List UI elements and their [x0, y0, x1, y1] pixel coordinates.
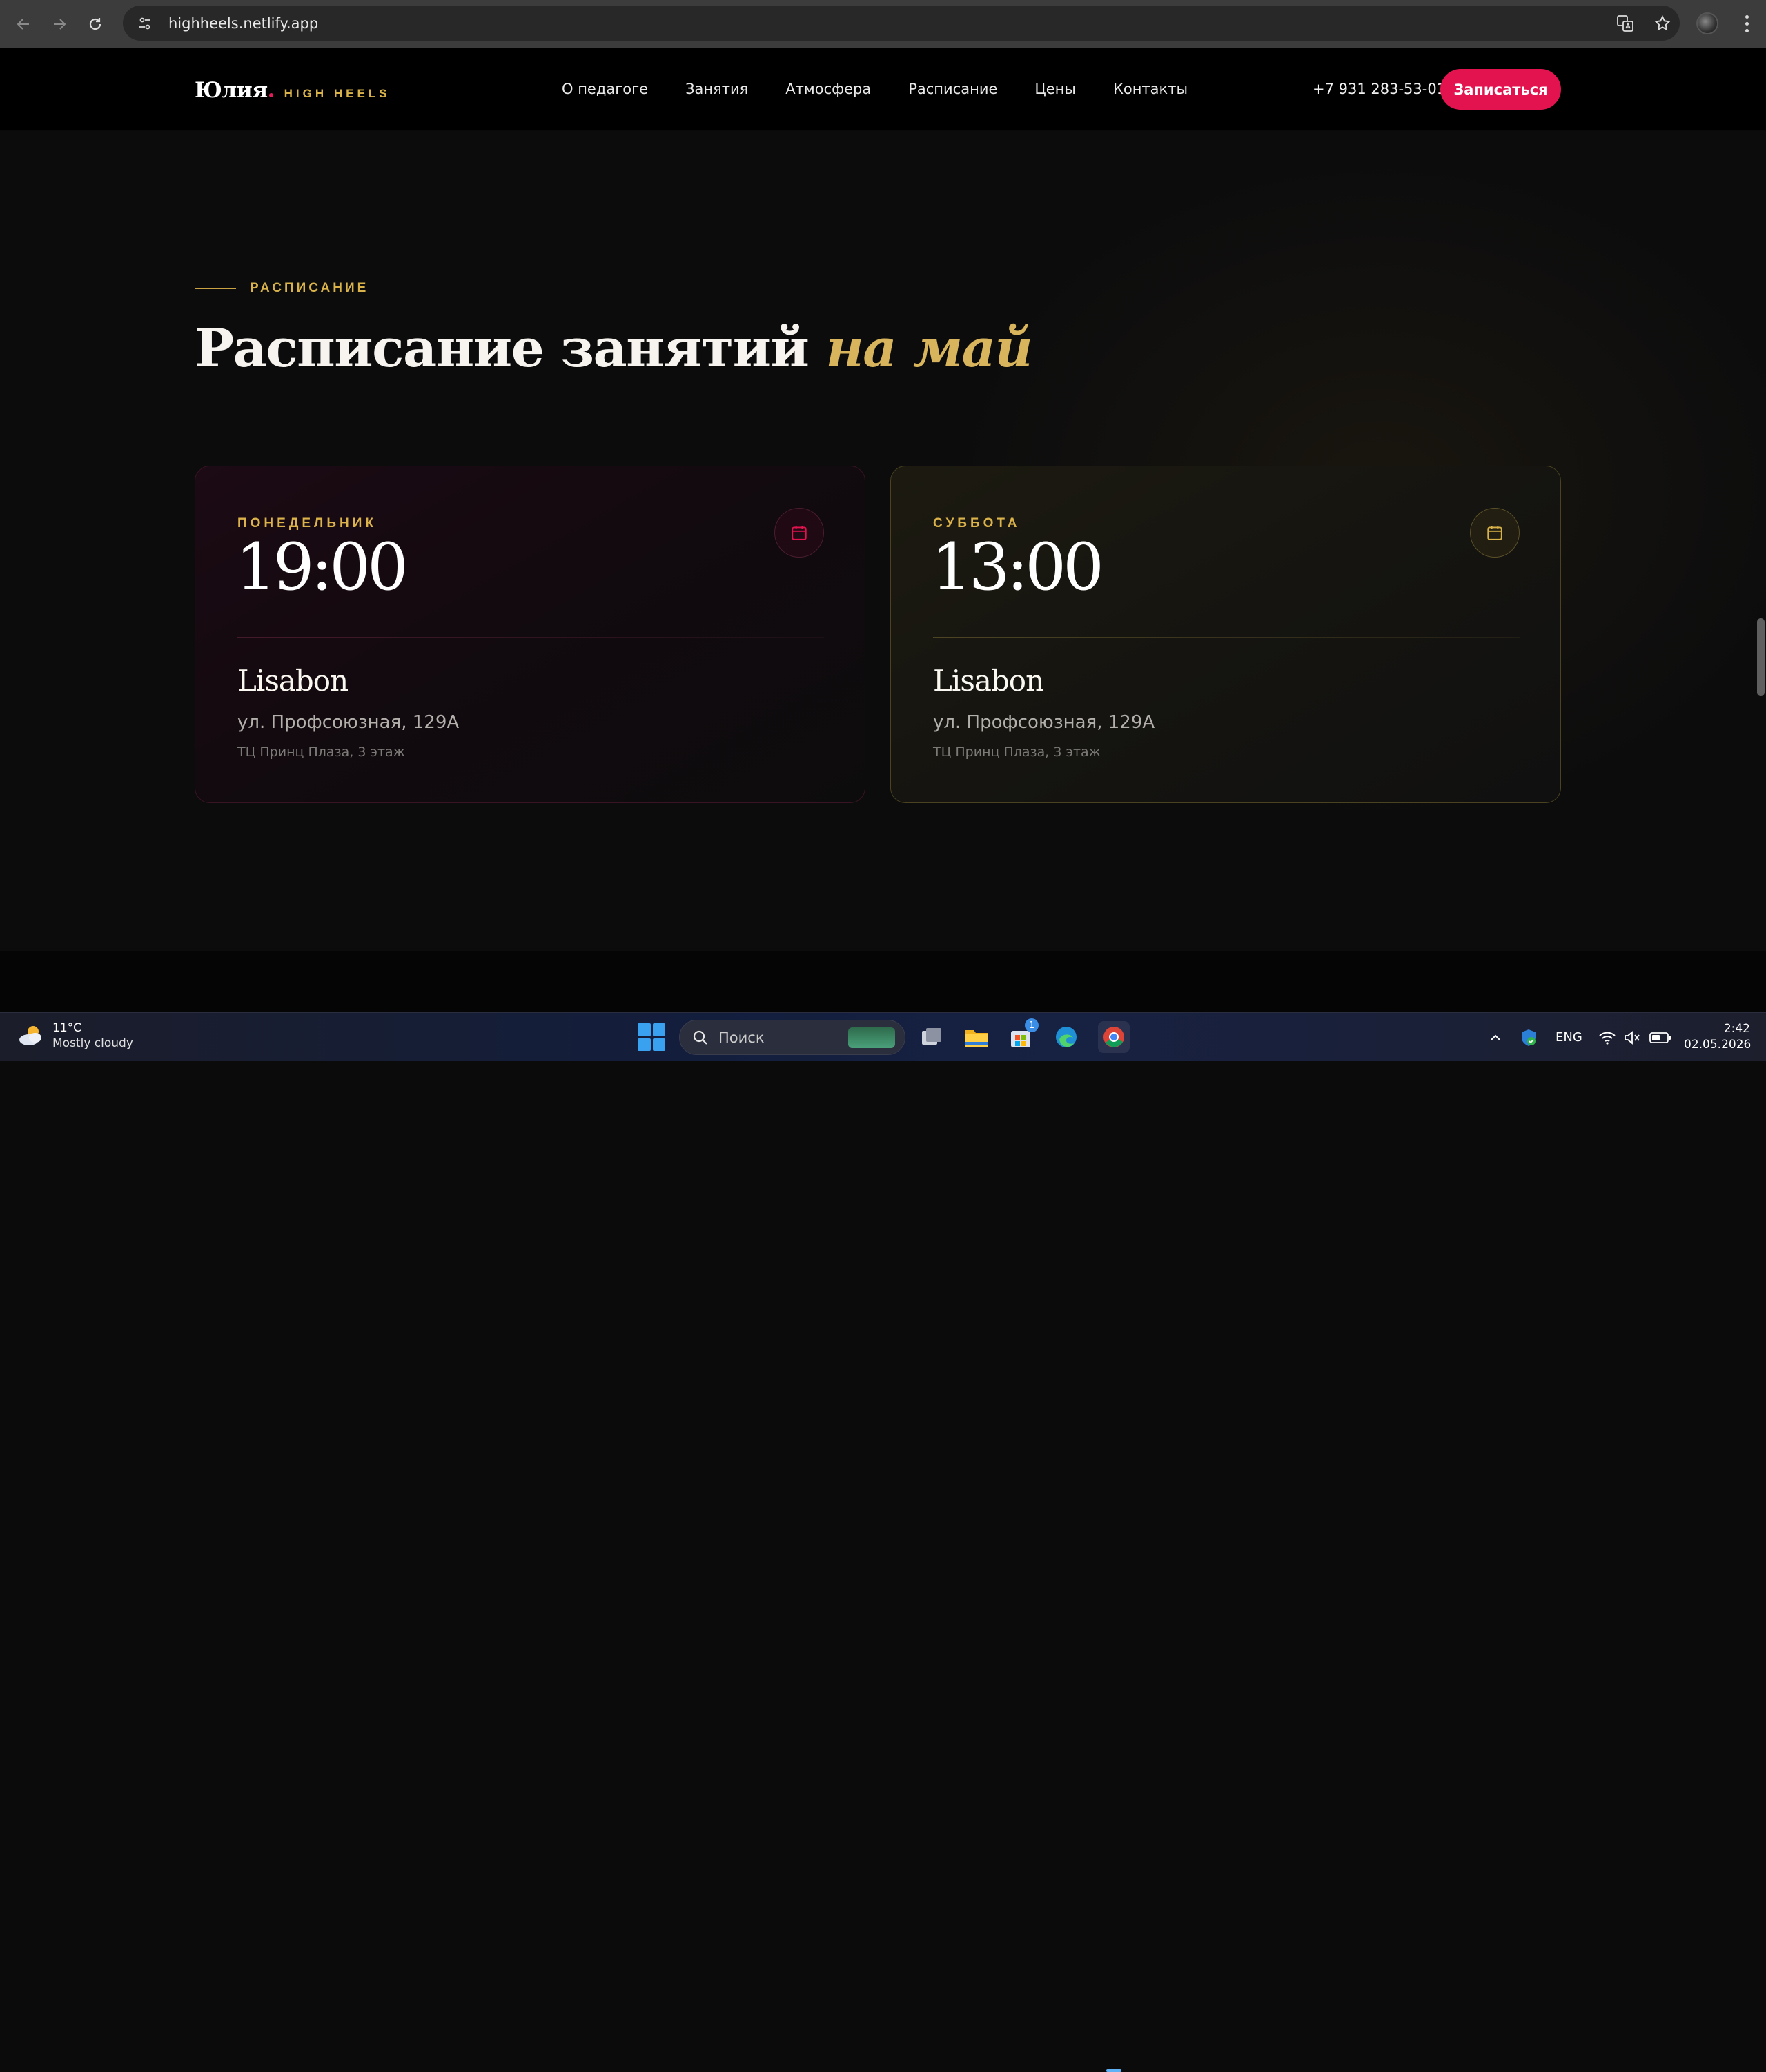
wifi-icon[interactable]	[1598, 1013, 1616, 1062]
search-icon	[693, 1030, 707, 1045]
back-button[interactable]	[6, 6, 41, 42]
taskbar: 11°C Mostly cloudy Поиск 1 ENG 2:42 02.0…	[0, 1012, 1766, 2072]
nav-link-schedule[interactable]: Расписание	[908, 81, 997, 97]
card-time: 19:00	[235, 530, 409, 605]
card-place: Lisabon	[237, 664, 349, 698]
edge-icon[interactable]	[1050, 1021, 1082, 1053]
card-note: ТЦ Принц Плаза, 3 этаж	[237, 744, 405, 760]
address-bar[interactable]: highheels.netlify.app	[123, 6, 1680, 41]
nav-link-atmosphere[interactable]: Атмосфера	[785, 81, 871, 97]
card-address: ул. Профсоюзная, 129А	[237, 712, 460, 733]
card-note: ТЦ Принц Плаза, 3 этаж	[933, 744, 1101, 760]
card-day: ПОНЕДЕЛЬНИК	[237, 516, 377, 531]
logo-subtitle: HIGH HEELS	[284, 87, 391, 100]
nav-link-about[interactable]: О педагоге	[562, 81, 648, 97]
section-title: Расписание занятий на май	[195, 317, 1033, 379]
weather-desc: Mostly cloudy	[52, 1036, 133, 1050]
schedule-card-monday: ПОНЕДЕЛЬНИК 19:00 Lisabon ул. Профсоюзна…	[195, 466, 865, 803]
card-address: ул. Профсоюзная, 129А	[933, 712, 1155, 733]
store-badge: 1	[1025, 1018, 1039, 1032]
title-accent: на май	[825, 317, 1032, 379]
schedule-card-saturday: СУББОТА 13:00 Lisabon ул. Профсоюзная, 1…	[890, 466, 1561, 803]
signup-button[interactable]: Записаться	[1440, 69, 1561, 110]
search-highlight-image	[848, 1027, 895, 1048]
arrow-right-icon	[54, 18, 66, 30]
windows-start-icon[interactable]	[638, 1023, 665, 1051]
nav-link-classes[interactable]: Занятия	[685, 81, 748, 97]
system-clock[interactable]: 2:42 02.05.2026	[1684, 1021, 1752, 1053]
profile-avatar[interactable]	[1696, 12, 1718, 34]
page-viewport: Юлия HIGH HEELS О педагоге Занятия Атмос…	[0, 48, 1766, 1012]
nav-link-contacts[interactable]: Контакты	[1113, 81, 1188, 97]
browser-menu-icon[interactable]	[1736, 10, 1757, 37]
card-day: СУББОТА	[933, 516, 1021, 531]
clock-date: 02.05.2026	[1684, 1038, 1752, 1052]
browser-toolbar: highheels.netlify.app	[0, 0, 1766, 48]
card-divider	[933, 637, 1520, 638]
reload-icon	[89, 17, 101, 30]
section-eyebrow: РАСПИСАНИЕ	[195, 281, 369, 296]
card-divider	[237, 637, 824, 638]
schedule-section: РАСПИСАНИЕ Расписание занятий на май ПОН…	[0, 131, 1766, 999]
weather-widget[interactable]: 11°C Mostly cloudy	[17, 1021, 133, 1050]
bookmark-star-icon[interactable]	[1652, 13, 1673, 34]
forward-button[interactable]	[41, 6, 77, 42]
url-text[interactable]: highheels.netlify.app	[168, 15, 318, 32]
language-text: ENG	[1556, 1030, 1582, 1045]
search-placeholder: Поиск	[718, 1029, 765, 1046]
logo-name: Юлия	[195, 78, 268, 103]
clock-time: 2:42	[1723, 1022, 1750, 1036]
taskbar-search[interactable]: Поиск	[679, 1020, 905, 1055]
file-explorer-icon[interactable]	[961, 1021, 992, 1053]
weather-temp: 11°C	[52, 1021, 82, 1035]
site-info-button[interactable]	[131, 10, 159, 37]
microsoft-store-icon[interactable]: 1	[1005, 1018, 1039, 1053]
nav-link-prices[interactable]: Цены	[1034, 81, 1076, 97]
task-view-icon[interactable]	[916, 1021, 948, 1053]
active-app-indicator	[1106, 2069, 1121, 2072]
volume-muted-icon[interactable]	[1623, 1013, 1641, 1062]
title-main: Расписание занятий	[195, 317, 826, 379]
translate-icon[interactable]	[1615, 13, 1636, 34]
card-place: Lisabon	[933, 664, 1044, 698]
security-shield-icon[interactable]	[1520, 1013, 1538, 1062]
card-time: 13:00	[931, 530, 1104, 605]
logo-dot	[268, 93, 273, 97]
reload-button[interactable]	[77, 6, 113, 42]
next-section-edge	[0, 951, 1766, 1012]
language-indicator[interactable]: ENG	[1556, 1013, 1582, 1062]
battery-icon[interactable]	[1649, 1013, 1671, 1062]
calendar-icon	[774, 508, 824, 558]
phone-link[interactable]: +7 931 283-53-01	[1313, 48, 1446, 130]
eyebrow-text: РАСПИСАНИЕ	[250, 281, 369, 295]
site-header: Юлия HIGH HEELS О педагоге Занятия Атмос…	[0, 48, 1766, 130]
chrome-icon[interactable]	[1098, 1021, 1130, 1053]
tune-icon	[139, 17, 150, 29]
eyebrow-line	[195, 288, 236, 289]
calendar-icon	[1470, 508, 1520, 558]
main-nav: О педагоге Занятия Атмосфера Расписание …	[562, 48, 1188, 130]
cloud-sun-icon	[17, 1021, 46, 1050]
logo[interactable]: Юлия HIGH HEELS	[195, 78, 391, 103]
arrow-left-icon	[17, 18, 29, 30]
tray-chevron-icon[interactable]	[1488, 1013, 1503, 1062]
page-scrollbar[interactable]	[1757, 618, 1765, 696]
